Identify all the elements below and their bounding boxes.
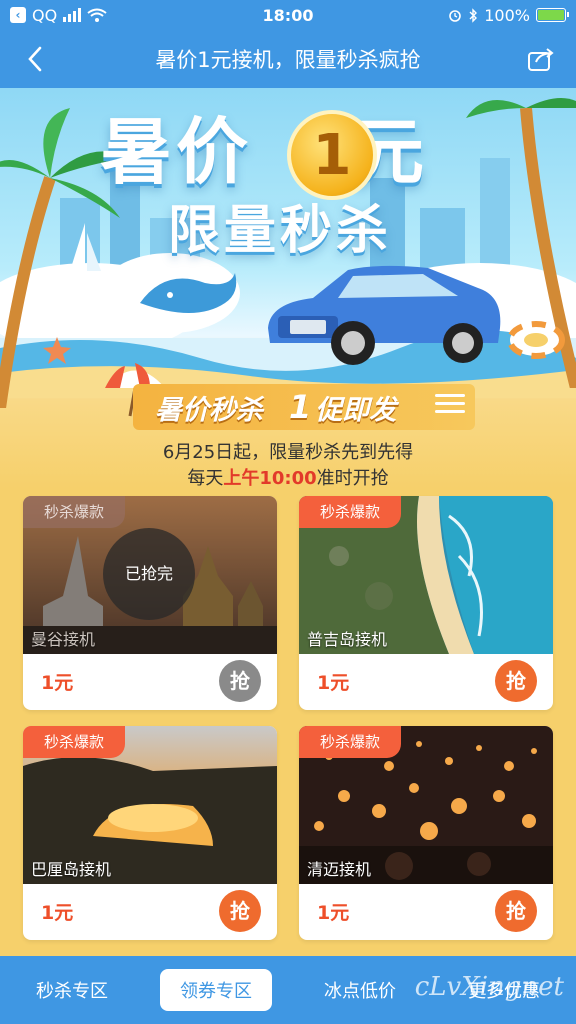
coin-badge: 1 xyxy=(287,110,377,200)
flash-sale-tag: 秒杀爆款 xyxy=(299,726,401,758)
carrier-label: QQ xyxy=(32,5,58,25)
promo-ribbon-left: 暑价秒杀 xyxy=(155,394,263,426)
hero-title: 暑价元 xyxy=(100,93,428,198)
tab-label: 秒杀专区 xyxy=(36,981,108,1002)
promo-time-suffix: 准时开抢 xyxy=(316,468,389,488)
tab-low-price[interactable]: 冰点低价 xyxy=(288,977,432,1003)
grab-button[interactable]: 抢 xyxy=(495,890,537,932)
signal-icon xyxy=(63,8,82,22)
flash-sale-tag: 秒杀爆款 xyxy=(299,496,401,528)
alarm-icon xyxy=(449,10,462,22)
starfish-illustration xyxy=(43,337,71,364)
back-to-app-icon[interactable]: ‹ xyxy=(10,7,26,23)
product-card-chiangmai[interactable]: 秒杀爆款 清迈接机 1元 抢 xyxy=(299,726,553,940)
product-card-bangkok[interactable]: 已抢完 秒杀爆款 曼谷接机 1元 抢 xyxy=(23,496,277,710)
watermark: cLvXingnet xyxy=(414,972,564,1002)
sailboat-illustration xyxy=(65,223,105,281)
promo-time-highlight: 上午10:00 xyxy=(223,468,317,488)
page-title: 暑价1元接机，限量秒杀疯抢 xyxy=(155,48,421,72)
flash-sale-tag: 秒杀爆款 xyxy=(23,726,125,758)
chevron-left-icon xyxy=(28,46,42,72)
life-buoy-illustration xyxy=(507,321,565,359)
nav-bar: 暑价1元接机，限量秒杀疯抢 xyxy=(0,30,576,88)
car-illustration xyxy=(268,265,501,365)
tab-coupons[interactable]: 领券专区 xyxy=(144,969,288,1011)
hero-title-part1: 暑价 xyxy=(100,110,253,194)
status-bar: ‹ QQ 18:00 100% xyxy=(0,0,576,30)
sold-out-badge: 已抢完 xyxy=(103,528,195,620)
grab-button[interactable]: 抢 xyxy=(495,660,537,702)
battery-icon xyxy=(536,8,569,22)
product-name: 曼谷接机 xyxy=(31,630,96,649)
back-button[interactable] xyxy=(0,30,70,88)
promo-ribbon-number: 1 xyxy=(289,388,312,426)
bluetooth-icon xyxy=(469,7,478,23)
ribbon-lines-decoration xyxy=(435,394,465,418)
hero-subtitle: 限量秒杀 xyxy=(168,201,393,261)
tab-label: 冰点低价 xyxy=(324,981,396,1002)
product-price: 1元 xyxy=(41,902,74,924)
promo-time-text: 每天上午10:00准时开抢 xyxy=(0,464,576,488)
promo-ribbon-right: 促即发 xyxy=(315,394,397,426)
promo-ribbon: 暑价秒杀 1 促即发 xyxy=(133,384,475,430)
product-price: 1元 xyxy=(41,672,74,694)
tab-flash-sale[interactable]: 秒杀专区 xyxy=(0,977,144,1003)
product-name: 普吉岛接机 xyxy=(307,630,388,649)
wifi-icon xyxy=(87,8,107,22)
flash-sale-tag: 秒杀爆款 xyxy=(23,496,125,528)
product-card-phuket[interactable]: 秒杀爆款 普吉岛接机 1元 抢 xyxy=(299,496,553,710)
tab-label: 领券专区 xyxy=(160,969,272,1011)
promo-date-text: 6月25日起，限量秒杀先到先得 xyxy=(162,442,414,463)
grab-button[interactable]: 抢 xyxy=(219,890,261,932)
product-price: 1元 xyxy=(317,902,350,924)
status-time: 18:00 xyxy=(262,5,314,25)
whale-illustration xyxy=(140,273,237,313)
status-left: ‹ QQ xyxy=(10,6,210,25)
share-icon xyxy=(528,48,554,71)
battery-percent: 100% xyxy=(484,5,530,25)
product-name: 巴厘岛接机 xyxy=(31,860,112,879)
promo-time-prefix: 每天 xyxy=(187,468,224,488)
product-price: 1元 xyxy=(317,672,350,694)
status-right: 100% xyxy=(366,5,569,25)
share-button[interactable] xyxy=(506,30,576,88)
product-card-bali[interactable]: 秒杀爆款 巴厘岛接机 1元 抢 xyxy=(23,726,277,940)
promo-banner: 暑价元 1 限量秒杀 暑价秒杀 1 促即发 6月25日起，限量秒杀先到先得 每天… xyxy=(0,88,576,488)
grab-button[interactable]: 抢 xyxy=(219,660,261,702)
product-name: 清迈接机 xyxy=(307,860,372,879)
